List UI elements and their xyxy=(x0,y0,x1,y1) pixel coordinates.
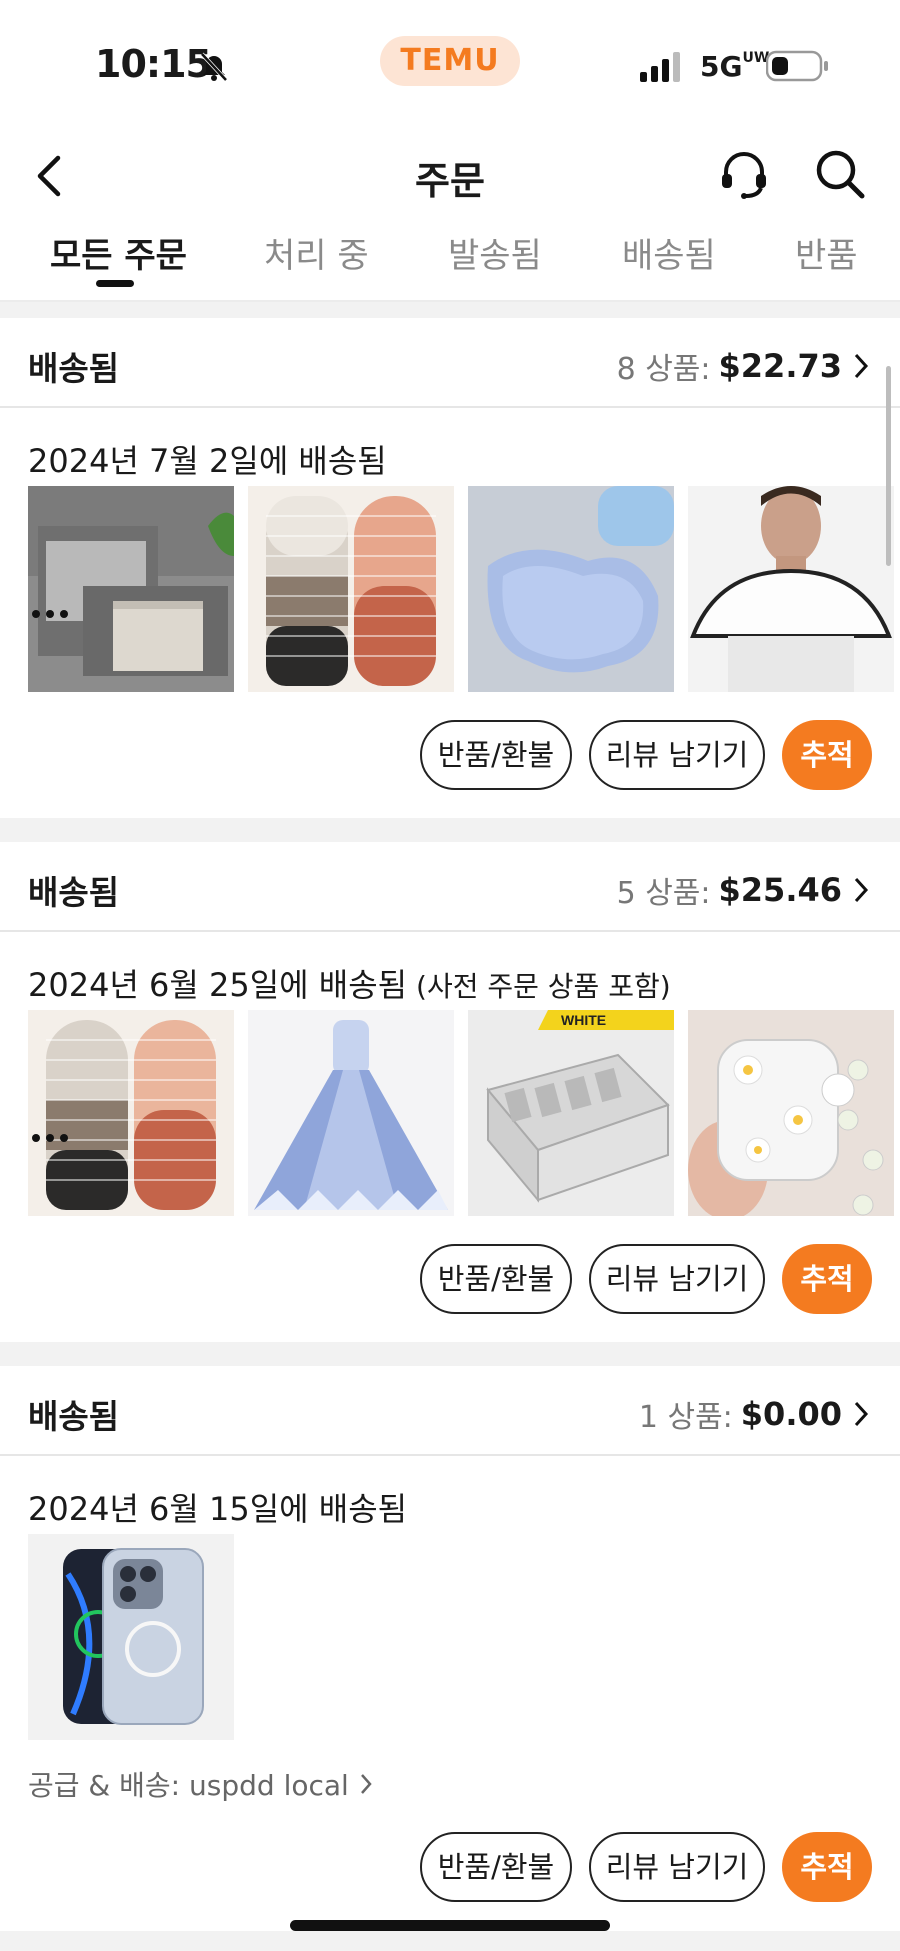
delivery-date: 2024년 6월 25일에 배송됨 (사전 주문 상품 포함) xyxy=(28,966,671,1004)
order-tabs: 모든 주문 처리 중 발송됨 배송됨 반품 xyxy=(0,228,900,302)
signal-bars-icon xyxy=(640,52,680,82)
delivery-date: 2024년 7월 2일에 배송됨 xyxy=(28,442,387,480)
tab-returns[interactable]: 반품 xyxy=(795,228,858,277)
order-card[interactable]: 배송됨 8 상품: $22.73 2024년 7월 2일에 배송됨 반품/환불 … xyxy=(0,318,900,818)
review-button[interactable]: 리뷰 남기기 xyxy=(589,720,765,790)
order-card[interactable]: 배송됨 5 상품: $25.46 2024년 6월 25일에 배송됨 (사전 주… xyxy=(0,842,900,1342)
home-indicator[interactable] xyxy=(290,1920,610,1931)
order-header[interactable]: 배송됨 5 상품: $25.46 xyxy=(0,842,900,932)
nav-bar: 주문 xyxy=(0,130,900,230)
order-total: $25.46 xyxy=(718,871,842,909)
order-summary[interactable]: 1 상품: $0.00 xyxy=(639,1392,870,1436)
product-thumbnail-hair-ties[interactable] xyxy=(248,486,454,692)
track-button[interactable]: 추적 xyxy=(782,1244,872,1314)
refund-button[interactable]: 반품/환불 xyxy=(420,1832,572,1902)
active-tab-indicator xyxy=(96,280,134,287)
headset-icon[interactable] xyxy=(718,148,770,200)
chevron-right-icon xyxy=(854,1401,869,1427)
chevron-right-icon xyxy=(360,1774,372,1794)
bell-slash-icon xyxy=(200,52,228,82)
product-thumbnail-dress[interactable] xyxy=(248,1010,454,1216)
clock: 10:15 xyxy=(95,42,212,86)
review-button[interactable]: 리뷰 남기기 xyxy=(589,1832,765,1902)
supplier-label: 공급 & 배송: uspdd local xyxy=(28,1769,349,1802)
product-thumbnail-storage-bags[interactable] xyxy=(28,486,234,692)
order-status: 배송됨 xyxy=(28,873,120,912)
order-total: $0.00 xyxy=(740,1395,842,1433)
delivery-date: 2024년 6월 15일에 배송됨 xyxy=(28,1490,408,1528)
product-thumbnail-drawer-organizer[interactable]: WHITE xyxy=(468,1010,674,1216)
order-total: $22.73 xyxy=(718,347,842,385)
refund-button[interactable]: 반품/환불 xyxy=(420,1244,572,1314)
temu-logo: TEMU xyxy=(380,36,520,86)
chevron-right-icon xyxy=(854,877,869,903)
order-status: 배송됨 xyxy=(28,349,120,388)
network-label: 5GUW xyxy=(700,50,770,83)
track-button[interactable]: 추적 xyxy=(782,720,872,790)
product-thumbnail-foot-mat[interactable] xyxy=(468,486,674,692)
order-summary[interactable]: 8 상품: $22.73 xyxy=(617,344,870,388)
badge-text: WHITE xyxy=(561,1012,606,1028)
tab-delivered[interactable]: 배송됨 xyxy=(622,228,716,277)
order-status: 배송됨 xyxy=(28,1397,120,1436)
review-button[interactable]: 리뷰 남기기 xyxy=(589,1244,765,1314)
product-thumbnail-hair-ties[interactable] xyxy=(28,1010,234,1216)
order-header[interactable]: 배송됨 8 상품: $22.73 xyxy=(0,318,900,408)
search-icon[interactable] xyxy=(814,148,866,200)
product-thumbnail-phone-case[interactable] xyxy=(28,1534,234,1740)
status-bar: 10:15 TEMU 5GUW xyxy=(0,0,900,130)
track-button[interactable]: 추적 xyxy=(782,1832,872,1902)
tab-processing[interactable]: 처리 중 xyxy=(264,228,369,277)
supplier-link[interactable]: 공급 & 배송: uspdd local xyxy=(28,1764,373,1804)
order-card[interactable]: 배송됨 1 상품: $0.00 2024년 6월 15일에 배송됨 공급 & 배… xyxy=(0,1366,900,1931)
chevron-right-icon xyxy=(854,353,869,379)
more-options-icon[interactable] xyxy=(30,604,70,624)
item-count: 5 상품: xyxy=(616,876,711,911)
scrollbar[interactable] xyxy=(886,366,891,566)
tab-shipped[interactable]: 발송됨 xyxy=(448,228,542,277)
product-thumbnail-hair-cape[interactable] xyxy=(688,486,894,692)
preorder-note: (사전 주문 상품 포함) xyxy=(407,970,671,1003)
refund-button[interactable]: 반품/환불 xyxy=(420,720,572,790)
order-summary[interactable]: 5 상품: $25.46 xyxy=(617,868,870,912)
tab-all-orders[interactable]: 모든 주문 xyxy=(50,228,187,277)
product-thumbnail-earbud-case[interactable] xyxy=(688,1010,894,1216)
more-options-icon[interactable] xyxy=(30,1128,70,1148)
item-count: 1 상품: xyxy=(638,1400,733,1435)
order-header[interactable]: 배송됨 1 상품: $0.00 xyxy=(0,1366,900,1456)
battery-low-icon xyxy=(766,50,828,82)
item-count: 8 상품: xyxy=(616,352,711,387)
